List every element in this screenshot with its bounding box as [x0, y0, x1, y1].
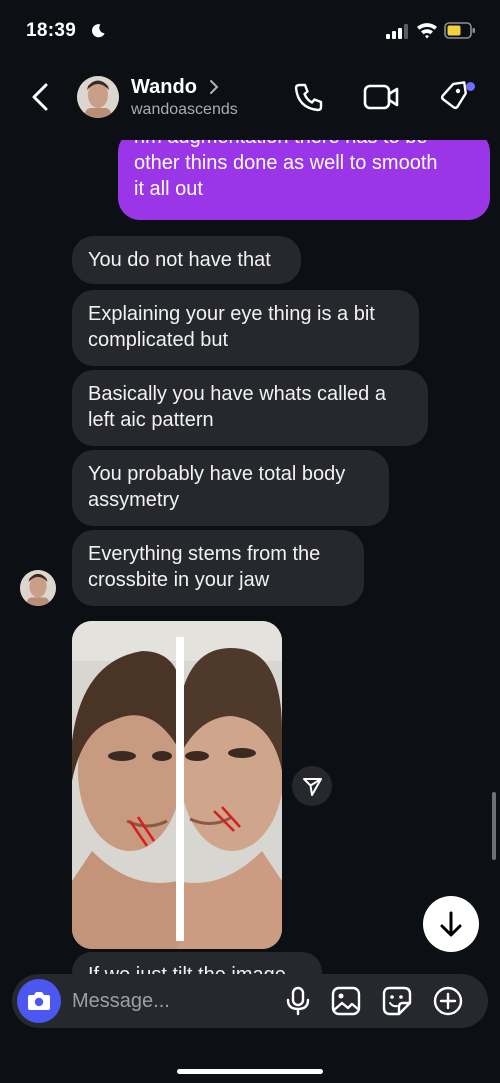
incoming-message[interactable]: Basically you have whats called a left a…: [72, 370, 428, 446]
contact-name[interactable]: Wando: [131, 76, 197, 99]
back-icon[interactable]: [24, 80, 58, 114]
message-composer: [12, 974, 488, 1028]
contact-handle[interactable]: wandoascends: [131, 101, 238, 119]
message-line: crossbite in your jaw: [88, 569, 270, 591]
home-indicator: [177, 1069, 323, 1074]
status-time: 18:39: [26, 20, 77, 41]
message-line: complicated but: [88, 329, 229, 351]
incoming-message[interactable]: Everything stems from the crossbite in y…: [72, 530, 364, 606]
message-line: You do not have that: [88, 249, 271, 271]
message-line: Explaining your eye thing is a bit: [88, 303, 375, 325]
message-line: it all out: [134, 178, 203, 200]
status-bar: 18:39: [0, 0, 500, 60]
wifi-icon: [417, 23, 437, 39]
video-camera-icon[interactable]: [362, 82, 400, 112]
phone-icon[interactable]: [292, 80, 326, 114]
sticker-icon[interactable]: [381, 986, 413, 1016]
scroll-to-bottom-button[interactable]: [423, 896, 479, 952]
gallery-icon[interactable]: [330, 986, 362, 1016]
camera-button[interactable]: [17, 979, 61, 1023]
message-thread[interactable]: rim augmentation there has to be other t…: [0, 140, 500, 980]
message-line: Basically you have whats called a: [88, 383, 386, 405]
scrollbar[interactable]: [492, 792, 496, 860]
message-line: assymetry: [88, 489, 180, 511]
incoming-message[interactable]: You do not have that: [72, 236, 301, 284]
incoming-message[interactable]: Explaining your eye thing is a bit compl…: [72, 290, 419, 366]
photo-message[interactable]: [72, 621, 282, 949]
sender-avatar[interactable]: [20, 570, 56, 606]
microphone-icon[interactable]: [284, 986, 312, 1016]
message-line: Everything stems from the: [88, 543, 321, 565]
moon-icon: [92, 24, 105, 38]
chat-header: Wando wandoascends: [0, 60, 500, 140]
outgoing-message[interactable]: rim augmentation there has to be other t…: [118, 140, 490, 220]
chevron-right-icon[interactable]: [208, 79, 220, 95]
message-line: left aic pattern: [88, 409, 214, 431]
message-line: other thins done as well to smooth: [134, 152, 438, 174]
notification-dot: [466, 82, 475, 91]
battery-icon: [444, 22, 475, 39]
message-line: rim augmentation there has to be: [134, 140, 472, 150]
message-input[interactable]: [72, 987, 272, 1015]
signal-icon: [386, 24, 408, 39]
message-line: You probably have total body: [88, 463, 346, 485]
contact-avatar[interactable]: [77, 76, 119, 118]
camera-icon: [28, 992, 50, 1010]
share-button[interactable]: [292, 766, 332, 806]
incoming-message[interactable]: You probably have total body assymetry: [72, 450, 389, 526]
plus-icon[interactable]: [432, 985, 464, 1017]
